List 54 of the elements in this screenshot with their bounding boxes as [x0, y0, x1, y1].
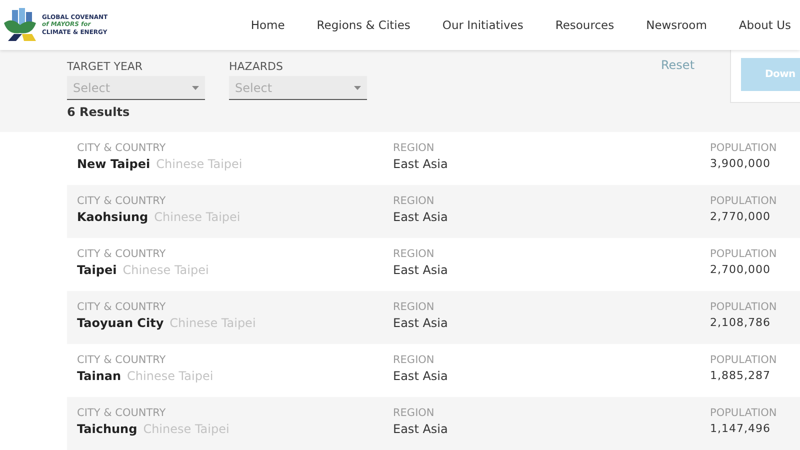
- result-row[interactable]: CITY & COUNTRY Tainan Chinese Taipei REGION East Asia POPULATION 1,885,287: [67, 344, 800, 397]
- column-label: POPULATION: [710, 301, 778, 313]
- column-label: REGION: [393, 248, 436, 260]
- nav-link[interactable]: About Us: [728, 18, 800, 32]
- region-value: East Asia: [393, 316, 449, 330]
- city-name: Kaohsiung: [77, 210, 148, 224]
- region-value: East Asia: [393, 157, 449, 171]
- population-value: 2,700,000: [710, 263, 772, 276]
- region-value: East Asia: [393, 263, 449, 277]
- column-label: POPULATION: [710, 407, 778, 419]
- nav-link[interactable]: Resources: [544, 18, 626, 32]
- region-value: East Asia: [393, 210, 449, 224]
- column-label: REGION: [393, 301, 436, 313]
- country-name: Chinese Taipei: [156, 157, 242, 171]
- column-label: REGION: [393, 354, 436, 366]
- filter-label: TARGET YEAR: [67, 60, 143, 73]
- nav-link[interactable]: Our Initiatives: [431, 18, 534, 32]
- column-label: CITY & COUNTRY: [77, 248, 167, 260]
- region-value: East Asia: [393, 422, 449, 436]
- city-name: Tainan: [77, 369, 122, 383]
- column-label: POPULATION: [710, 248, 778, 260]
- population-value: 2,770,000: [710, 210, 772, 223]
- results-count: 6 Results: [67, 105, 130, 119]
- city-name: Taichung: [77, 422, 138, 436]
- result-row[interactable]: CITY & COUNTRY New Taipei Chinese Taipei REGION East Asia POPULATION 3,900,000: [67, 132, 800, 185]
- population-value: 3,900,000: [710, 157, 772, 170]
- result-row[interactable]: CITY & COUNTRY Taipei Chinese Taipei REGION East Asia POPULATION 2,700,000: [67, 238, 800, 291]
- city-name: New Taipei: [77, 157, 150, 171]
- population-value: 1,147,496: [710, 422, 772, 435]
- city-name: Taipei: [77, 263, 117, 277]
- column-label: CITY & COUNTRY: [77, 301, 167, 313]
- population-value: 1,885,287: [710, 369, 772, 382]
- column-label: CITY & COUNTRY: [77, 142, 167, 154]
- caret-icon: [192, 86, 199, 90]
- column-label: REGION: [393, 407, 436, 419]
- filter-label: HAZARDS: [229, 60, 283, 73]
- column-label: CITY & COUNTRY: [77, 195, 167, 207]
- column-label: POPULATION: [710, 195, 778, 207]
- column-label: POPULATION: [710, 142, 778, 154]
- caret-icon: [354, 86, 361, 90]
- logo-icon: [2, 7, 38, 43]
- column-label: CITY & COUNTRY: [77, 407, 167, 419]
- column-label: REGION: [393, 142, 436, 154]
- region-value: East Asia: [393, 369, 449, 383]
- column-label: POPULATION: [710, 354, 778, 366]
- column-label: CITY & COUNTRY: [77, 354, 167, 366]
- nav-link[interactable]: Newsroom: [635, 18, 718, 32]
- column-label: REGION: [393, 195, 436, 207]
- nav-link[interactable]: Home: [240, 18, 296, 32]
- nav-link[interactable]: Regions & Cities: [306, 18, 422, 32]
- population-value: 2,108,786: [710, 316, 772, 329]
- city-name: Taoyuan City: [77, 316, 164, 330]
- country-name: Chinese Taipei: [122, 263, 209, 277]
- country-name: Chinese Taipei: [127, 369, 214, 383]
